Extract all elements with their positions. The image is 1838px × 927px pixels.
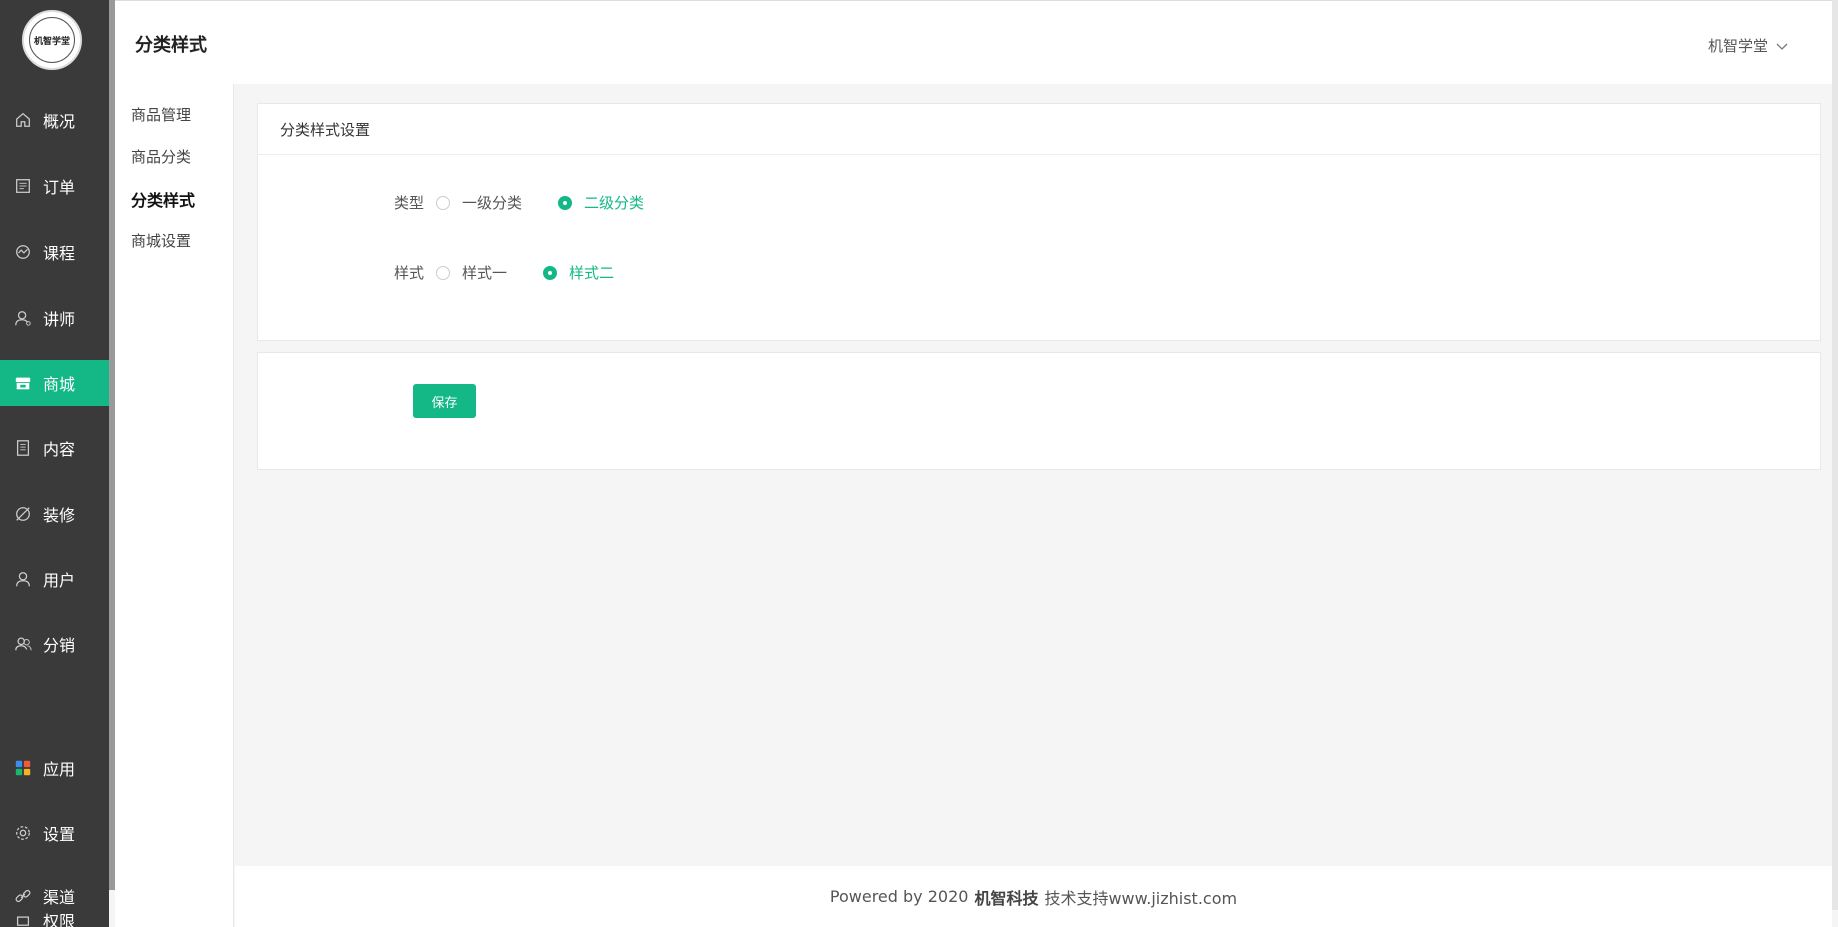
nav-label: 应用 bbox=[43, 760, 76, 779]
user-name: 机智学堂 bbox=[1707, 37, 1768, 55]
radio-label: 一级分类 bbox=[462, 194, 523, 212]
radio-unchecked-icon bbox=[436, 265, 451, 280]
type-option-level1[interactable]: 一级分类 bbox=[436, 192, 522, 213]
nav-label: 商城 bbox=[43, 375, 76, 394]
type-field: 类型 一级分类 二级分类 bbox=[394, 192, 680, 213]
type-option-level2[interactable]: 二级分类 bbox=[558, 192, 644, 213]
radio-label: 样式一 bbox=[462, 264, 508, 282]
nav-label: 课程 bbox=[43, 244, 76, 263]
course-icon bbox=[13, 242, 33, 262]
sub-item-goods-management[interactable]: 商品管理 bbox=[131, 104, 191, 125]
footer-brand: 机智科技 bbox=[974, 888, 1039, 908]
user-menu[interactable]: 机智学堂 bbox=[1708, 35, 1788, 56]
sub-item-goods-category[interactable]: 商品分类 bbox=[131, 146, 191, 167]
sub-item-category-style[interactable]: 分类样式 bbox=[131, 187, 195, 211]
nav-item-users[interactable]: 用户 bbox=[0, 556, 109, 602]
nav-label: 设置 bbox=[43, 825, 76, 844]
nav-label: 权限 bbox=[43, 912, 76, 927]
page-scrollbar[interactable] bbox=[1832, 0, 1838, 910]
nav-item-courses[interactable]: 课程 bbox=[0, 229, 109, 275]
store-sub-menu: 商品管理 商品分类 分类样式 商城设置 bbox=[115, 84, 234, 927]
radio-checked-icon bbox=[543, 265, 558, 280]
teacher-icon bbox=[13, 308, 33, 328]
nav-item-content[interactable]: 内容 bbox=[0, 425, 109, 471]
category-style-settings-card: 分类样式设置 类型 一级分类 二级分类 样式 样式一 样式二 bbox=[257, 103, 1821, 341]
action-card: 保存 bbox=[257, 352, 1821, 470]
style-option-one[interactable]: 样式一 bbox=[436, 262, 507, 283]
nav-item-apps[interactable]: 应用 bbox=[0, 745, 109, 791]
nav-label: 概况 bbox=[43, 112, 76, 131]
home-icon bbox=[13, 110, 33, 130]
store-icon bbox=[13, 373, 33, 393]
radio-label: 样式二 bbox=[569, 264, 615, 282]
user-icon bbox=[13, 569, 33, 589]
footer-prefix: Powered by 2020 bbox=[829, 887, 969, 906]
footer-suffix: 技术支持www.jizhist.com bbox=[1044, 888, 1238, 908]
type-label: 类型 bbox=[394, 194, 425, 212]
chevron-down-icon bbox=[1776, 37, 1788, 55]
main-sidebar: 机智学堂 概况 订单 课程 讲师 商城 内容 装修 用户 分销 应用 设置 渠道… bbox=[0, 0, 109, 927]
link-icon bbox=[13, 886, 33, 906]
distribution-icon bbox=[13, 634, 33, 654]
nav-label: 讲师 bbox=[43, 310, 76, 329]
logo-text: 机智学堂 bbox=[29, 17, 75, 63]
sub-item-store-settings[interactable]: 商城设置 bbox=[131, 230, 191, 251]
decorate-icon bbox=[13, 504, 33, 524]
content-icon bbox=[13, 438, 33, 458]
nav-item-permissions[interactable]: 权限 bbox=[0, 908, 109, 927]
gear-icon bbox=[13, 823, 33, 843]
style-option-two[interactable]: 样式二 bbox=[543, 262, 614, 283]
page-footer: Powered by 2020 机智科技 技术支持www.jizhist.com bbox=[235, 866, 1832, 927]
nav-label: 分销 bbox=[43, 636, 76, 655]
order-icon bbox=[13, 176, 33, 196]
nav-item-settings[interactable]: 设置 bbox=[0, 810, 109, 856]
nav-label: 内容 bbox=[43, 440, 76, 459]
page-title: 分类样式 bbox=[135, 35, 207, 56]
nav-item-orders[interactable]: 订单 bbox=[0, 163, 109, 209]
apps-icon bbox=[13, 758, 33, 778]
brand-logo[interactable]: 机智学堂 bbox=[22, 10, 82, 70]
nav-label: 装修 bbox=[43, 506, 76, 525]
nav-item-distribution[interactable]: 分销 bbox=[0, 621, 109, 667]
nav-item-teachers[interactable]: 讲师 bbox=[0, 295, 109, 341]
nav-label: 渠道 bbox=[43, 888, 76, 907]
permission-icon bbox=[13, 908, 33, 927]
nav-item-decorate[interactable]: 装修 bbox=[0, 491, 109, 537]
radio-checked-icon bbox=[558, 195, 573, 210]
save-button[interactable]: 保存 bbox=[413, 384, 476, 418]
style-label: 样式 bbox=[394, 264, 425, 282]
nav-label: 订单 bbox=[43, 178, 76, 197]
nav-item-overview[interactable]: 概况 bbox=[0, 97, 109, 143]
top-header: 分类样式 机智学堂 bbox=[115, 0, 1838, 84]
nav-item-store[interactable]: 商城 bbox=[0, 360, 109, 406]
nav-label: 用户 bbox=[43, 571, 76, 590]
radio-label: 二级分类 bbox=[584, 194, 645, 212]
style-field: 样式 样式一 样式二 bbox=[394, 262, 650, 283]
radio-unchecked-icon bbox=[436, 195, 451, 210]
card-title: 分类样式设置 bbox=[258, 104, 1820, 155]
